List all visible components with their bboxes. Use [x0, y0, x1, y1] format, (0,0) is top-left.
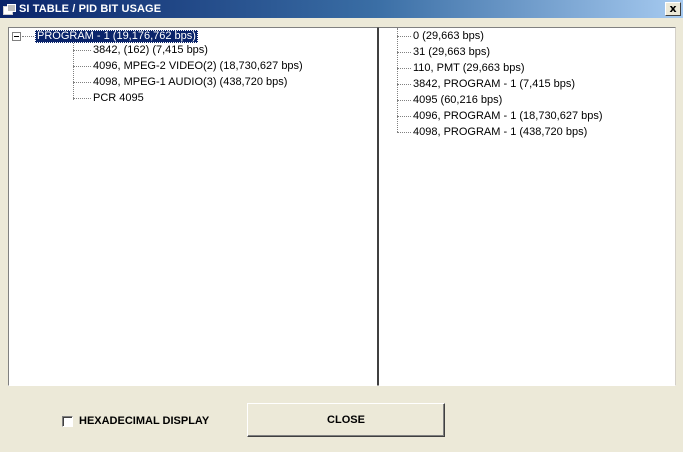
pid-item-label: 4096, PROGRAM - 1 (18,730,627 bps) [413, 109, 603, 122]
tree-child-label: 4096, MPEG-2 VIDEO(2) (18,730,627 bps) [93, 59, 303, 72]
tree-child-label: 4098, MPEG-1 AUDIO(3) (438,720 bps) [93, 75, 288, 88]
pid-list-item[interactable]: 0 (29,663 bps) [397, 28, 484, 44]
pid-list-item[interactable]: 4096, PROGRAM - 1 (18,730,627 bps) [397, 108, 603, 124]
pid-list-item[interactable]: 110, PMT (29,663 bps) [397, 60, 525, 76]
tree-child-label: PCR 4095 [93, 91, 144, 104]
close-icon: x [669, 2, 677, 15]
tree-child-item[interactable]: 4098, MPEG-1 AUDIO(3) (438,720 bps) [73, 74, 287, 90]
pid-item-label: 31 (29,663 bps) [413, 45, 491, 58]
tree-child-item[interactable]: PCR 4095 [73, 90, 144, 106]
tree-child-item[interactable]: 3842, (162) (7,415 bps) [73, 42, 208, 58]
pid-list-pane[interactable]: 0 (29,663 bps) 31 (29,663 bps) 110, PMT … [378, 27, 676, 386]
program-tree-pane[interactable]: PROGRAM - 1 (19,176,762 bps) 3842, (162)… [8, 27, 378, 386]
window-app-icon [3, 4, 16, 15]
title-close-button[interactable]: x [665, 2, 681, 16]
hexadecimal-display-option[interactable]: HEXADECIMAL DISPLAY [62, 415, 209, 427]
hexadecimal-display-checkbox[interactable] [62, 415, 73, 427]
pid-item-label: 4098, PROGRAM - 1 (438,720 bps) [413, 125, 588, 138]
window-title: SI TABLE / PID BIT USAGE [19, 3, 162, 15]
title-bar[interactable]: SI TABLE / PID BIT USAGE x [0, 0, 683, 18]
hexadecimal-display-label[interactable]: HEXADECIMAL DISPLAY [79, 415, 209, 427]
pid-list-item[interactable]: 4098, PROGRAM - 1 (438,720 bps) [397, 124, 587, 140]
pid-item-label: 4095 (60,216 bps) [413, 93, 503, 106]
si-table-window: SI TABLE / PID BIT USAGE x PROGRAM - 1 (… [0, 0, 683, 452]
tree-child-item[interactable]: 4096, MPEG-2 VIDEO(2) (18,730,627 bps) [73, 58, 303, 74]
pid-item-label: 3842, PROGRAM - 1 (7,415 bps) [413, 77, 576, 90]
pid-list-item[interactable]: 31 (29,663 bps) [397, 44, 490, 60]
close-button[interactable]: CLOSE [247, 403, 445, 437]
pid-item-label: 0 (29,663 bps) [413, 29, 484, 42]
pid-item-label: 110, PMT (29,663 bps) [413, 61, 525, 74]
pid-list-item[interactable]: 4095 (60,216 bps) [397, 92, 502, 108]
footer-area: HEXADECIMAL DISPLAY CLOSE [0, 387, 683, 452]
tree-child-label: 3842, (162) (7,415 bps) [93, 43, 208, 56]
collapse-icon[interactable] [12, 32, 21, 41]
pid-list-item[interactable]: 3842, PROGRAM - 1 (7,415 bps) [397, 76, 575, 92]
